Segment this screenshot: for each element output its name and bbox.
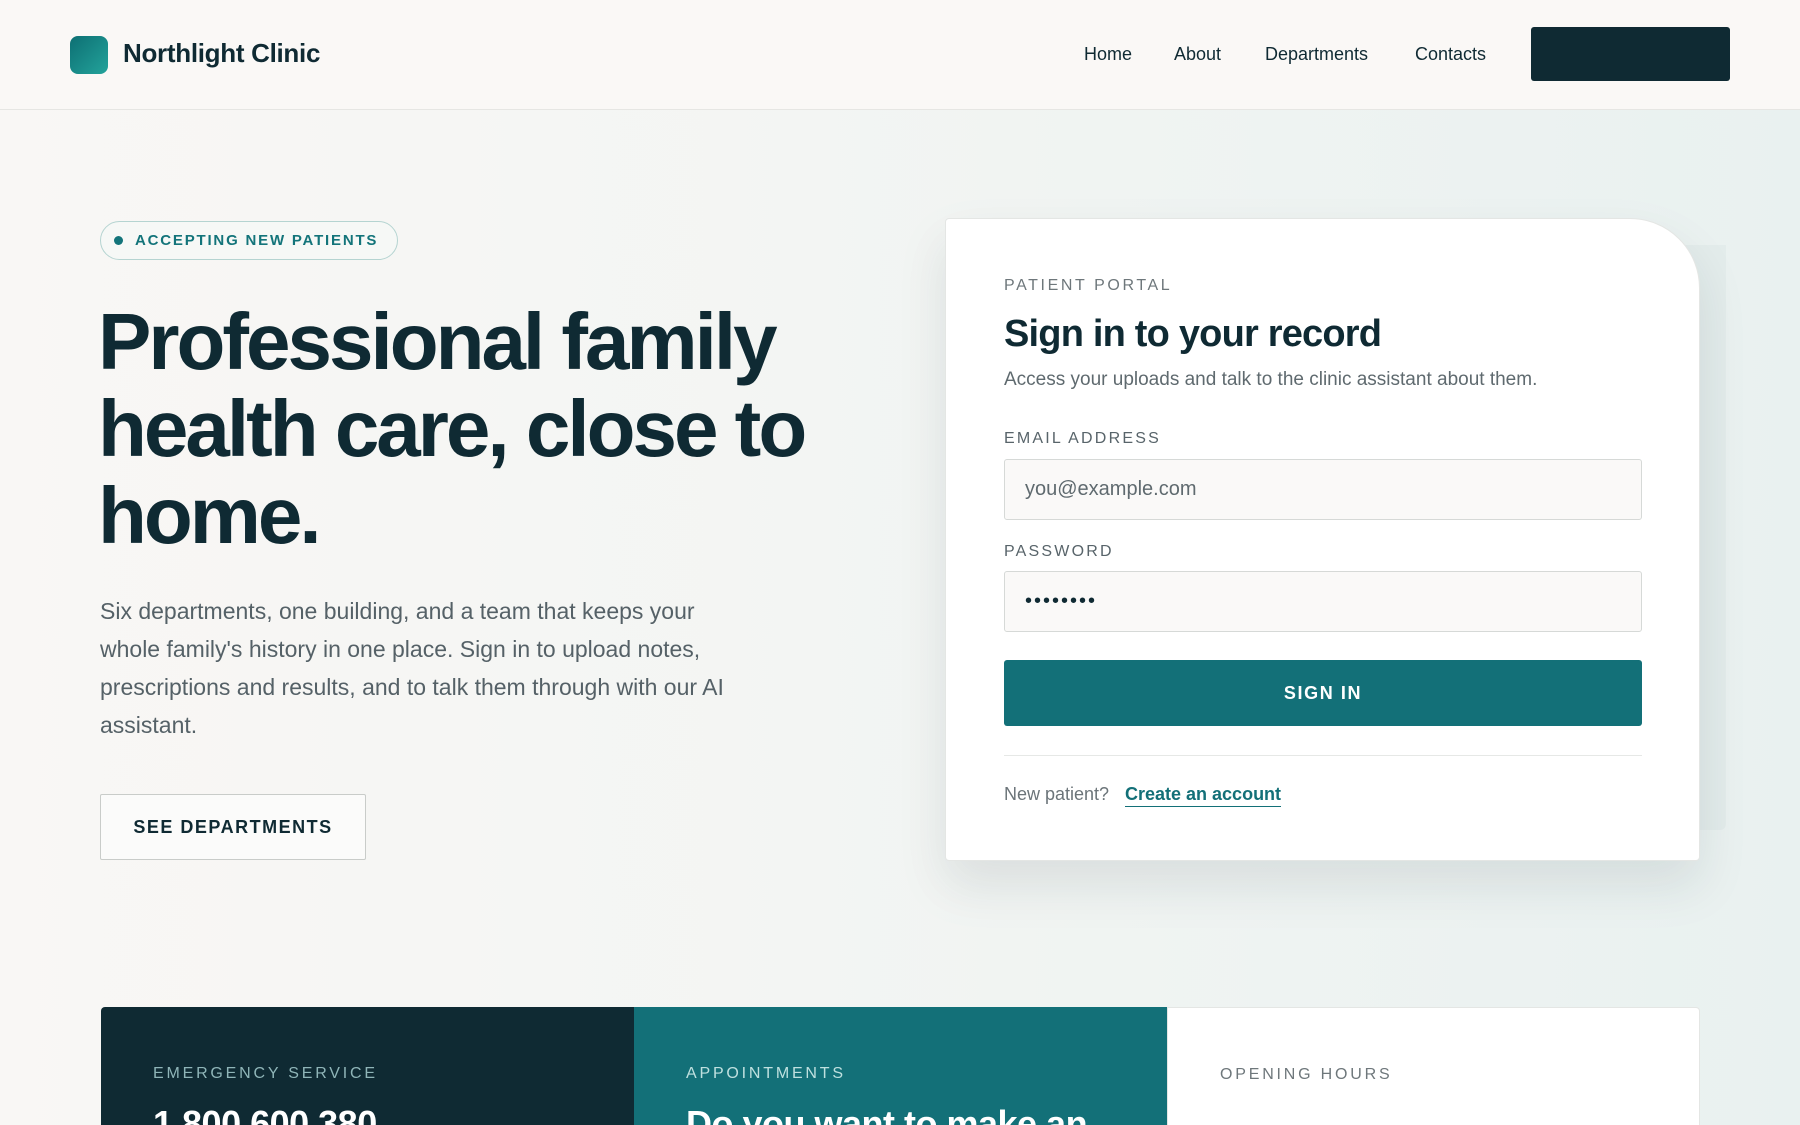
hero-description: Six departments, one building, and a tea…: [100, 598, 724, 738]
see-departments-button[interactable]: SEE DEPARTMENTS: [100, 794, 366, 860]
portal-eyebrow: PATIENT PORTAL: [1004, 277, 1173, 294]
appointments-eyebrow: APPOINTMENTS: [686, 1065, 846, 1082]
nav-home[interactable]: Home: [1084, 44, 1132, 65]
create-account-link[interactable]: Create an account: [1125, 784, 1282, 807]
password-label: PASSWORD: [1004, 543, 1114, 560]
nav-departments[interactable]: Departments: [1265, 44, 1368, 65]
sign-in-button[interactable]: SIGN IN: [1004, 660, 1642, 726]
badge-label: ACCEPTING NEW PATIENTS: [135, 232, 379, 249]
login-subtitle: Access your uploads and talk to the clin…: [1004, 369, 1538, 390]
nav-contacts[interactable]: Contacts: [1415, 44, 1486, 65]
emergency-panel: EMERGENCY SERVICE 1 800 600 380: [101, 1007, 634, 1125]
card-divider: [1004, 755, 1642, 756]
new-patient-text: New patient?: [1004, 784, 1110, 804]
appointments-heading: Do you want to make an: [686, 1103, 1088, 1125]
nav-about[interactable]: About: [1174, 44, 1221, 65]
status-dot-icon: [114, 236, 123, 245]
brand-name[interactable]: Northlight Clinic: [123, 38, 320, 69]
opening-hours-panel: OPENING HOURS: [1167, 1007, 1700, 1125]
emergency-eyebrow: EMERGENCY SERVICE: [153, 1065, 378, 1082]
site-header: Northlight Clinic Home About Departments…: [0, 0, 1800, 110]
header-cta-button[interactable]: [1531, 27, 1730, 81]
password-field[interactable]: [1004, 571, 1642, 632]
hours-eyebrow: OPENING HOURS: [1220, 1066, 1393, 1083]
email-field[interactable]: [1004, 459, 1642, 520]
login-title: Sign in to your record: [1004, 313, 1382, 355]
login-card: PATIENT PORTAL Sign in to your record Ac…: [945, 218, 1700, 861]
emergency-phone[interactable]: 1 800 600 380: [153, 1103, 377, 1125]
clinic-logo-icon[interactable]: [70, 36, 108, 74]
email-label: EMAIL ADDRESS: [1004, 430, 1161, 447]
accepting-patients-badge: ACCEPTING NEW PATIENTS: [100, 221, 398, 260]
hero-title: Professional family health care, close t…: [98, 297, 807, 560]
appointments-panel: APPOINTMENTS Do you want to make an: [634, 1007, 1167, 1125]
